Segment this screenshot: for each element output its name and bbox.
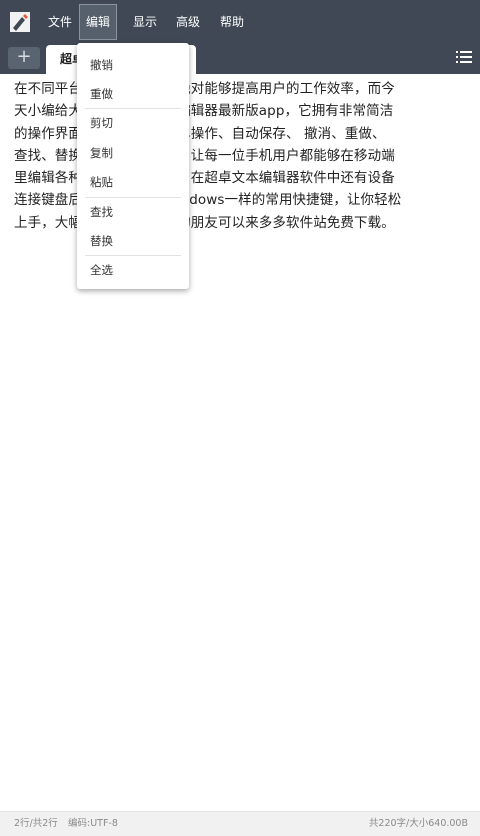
status-line-position: 2行/共2行 bbox=[14, 818, 58, 829]
status-bar: 2行/共2行 编码:UTF-8 共220字/大小640.00B bbox=[0, 811, 480, 836]
menu-help[interactable]: 帮助 bbox=[214, 4, 250, 40]
menu-item-find[interactable]: 查找 bbox=[77, 198, 189, 226]
menu-item-copy[interactable]: 复制 bbox=[77, 139, 189, 167]
top-toolbar: 文件 编辑 显示 高级 帮助 + 超卓 bbox=[0, 0, 480, 74]
add-tab-button[interactable]: + bbox=[8, 47, 40, 69]
menu-edit[interactable]: 编辑 bbox=[79, 4, 118, 40]
list-icon[interactable] bbox=[456, 50, 472, 64]
menu-item-cut[interactable]: 剪切 bbox=[77, 109, 189, 137]
menu-file[interactable]: 文件 bbox=[42, 4, 78, 40]
app-logo-icon[interactable] bbox=[10, 12, 30, 32]
menu-item-paste[interactable]: 粘贴 bbox=[77, 168, 189, 196]
menu-item-undo[interactable]: 撤销 bbox=[77, 51, 189, 79]
edit-dropdown-menu: 撤销 重做 剪切 复制 粘贴 查找 替换 全选 bbox=[77, 43, 189, 289]
status-encoding: 编码:UTF-8 bbox=[68, 818, 118, 829]
menu-advanced[interactable]: 高级 bbox=[170, 4, 206, 40]
menu-item-select-all[interactable]: 全选 bbox=[77, 256, 189, 284]
status-char-count: 共220字/大小640.00B bbox=[368, 818, 468, 829]
menu-item-redo[interactable]: 重做 bbox=[77, 80, 189, 108]
menu-view[interactable]: 显示 bbox=[127, 4, 163, 40]
menu-item-replace[interactable]: 替换 bbox=[77, 227, 189, 255]
